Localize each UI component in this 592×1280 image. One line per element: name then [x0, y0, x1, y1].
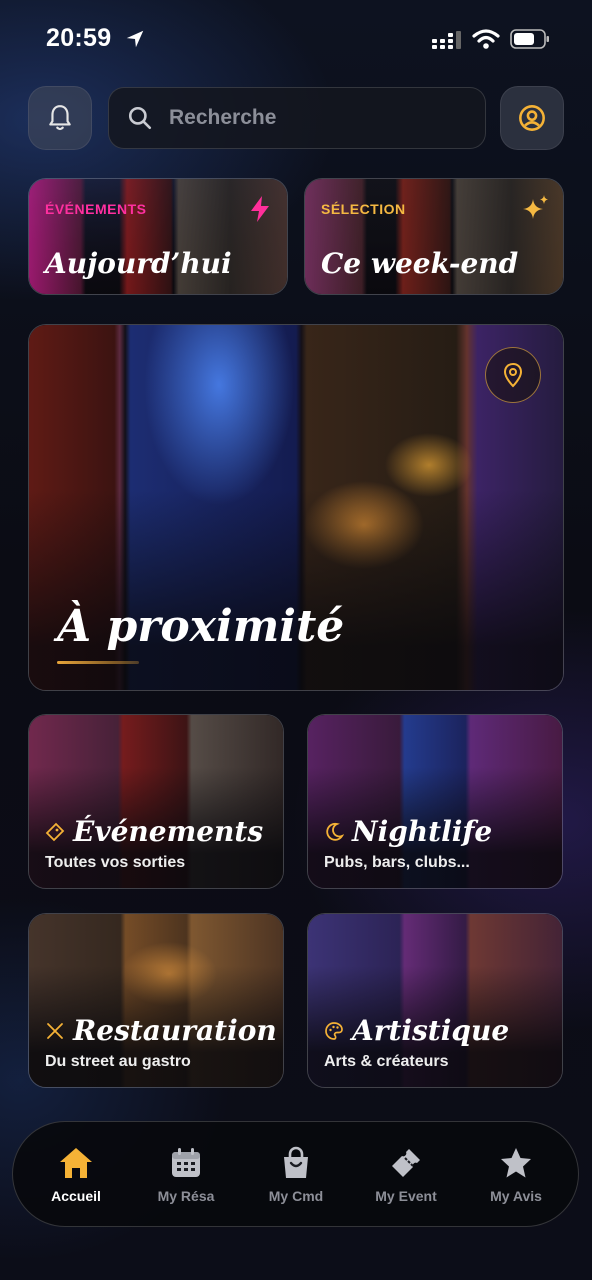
- nav-item-my-resa[interactable]: My Résa: [131, 1146, 241, 1204]
- search-input[interactable]: Recherche: [169, 106, 276, 130]
- cellular-signal-icon: [432, 31, 461, 49]
- today-events-card[interactable]: ÉVÉNEMENTS Aujourd’hui: [28, 178, 288, 295]
- moon-icon: [326, 822, 344, 841]
- title-underline: [57, 661, 139, 664]
- nav-label: My Event: [375, 1188, 437, 1204]
- location-arrow-icon: [126, 30, 144, 48]
- hero-title: À proximité: [57, 601, 345, 652]
- nav-label: My Cmd: [268, 1188, 324, 1204]
- category-title: Événements: [45, 815, 263, 848]
- nav-item-my-cmd[interactable]: My Cmd: [241, 1146, 351, 1204]
- user-circle-icon: [519, 105, 545, 131]
- category-events-card[interactable]: Événements Toutes vos sorties: [28, 714, 284, 889]
- search-icon: [128, 106, 152, 130]
- palette-icon: [325, 1021, 343, 1040]
- nearby-card[interactable]: À proximité: [28, 324, 564, 691]
- weekend-selection-card[interactable]: SÉLECTION Ce week-end: [304, 178, 564, 295]
- location-button[interactable]: [485, 347, 541, 403]
- bottom-nav: Accueil My Résa My Cmd My Event My Avis: [12, 1121, 579, 1227]
- wifi-icon: [472, 29, 500, 49]
- category-subtitle: Arts & créateurs: [324, 1053, 449, 1070]
- utensils-icon: [47, 1022, 63, 1039]
- category-artistique-card[interactable]: Artistique Arts & créateurs: [307, 913, 563, 1088]
- category-title: Nightlife: [324, 815, 492, 848]
- ticket-icon: [392, 1149, 420, 1177]
- nav-label: Accueil: [51, 1188, 101, 1204]
- bell-icon: [49, 105, 71, 131]
- category-restauration-card[interactable]: Restauration Du street au gastro: [28, 913, 284, 1088]
- category-title-text: Nightlife: [352, 815, 493, 848]
- card-tag: SÉLECTION: [321, 201, 406, 217]
- star-icon: [501, 1148, 531, 1178]
- nav-item-accueil[interactable]: Accueil: [21, 1146, 131, 1204]
- nav-label: My Résa: [157, 1188, 215, 1204]
- search-bar[interactable]: Recherche: [108, 87, 486, 149]
- nav-item-my-avis[interactable]: My Avis: [461, 1146, 571, 1204]
- category-title: Restauration: [45, 1014, 277, 1047]
- category-title-text: Restauration: [73, 1014, 277, 1047]
- category-title: Artistique: [324, 1014, 509, 1047]
- lightning-icon: [251, 196, 269, 222]
- category-subtitle: Pubs, bars, clubs...: [324, 854, 470, 871]
- ticket-icon: [45, 822, 65, 841]
- shopping-bag-icon: [284, 1146, 308, 1178]
- category-title-text: Événements: [73, 815, 264, 848]
- category-subtitle: Toutes vos sorties: [45, 854, 186, 871]
- card-title: Ce week-end: [321, 247, 519, 280]
- home-icon: [60, 1148, 92, 1178]
- nav-item-my-event[interactable]: My Event: [351, 1146, 461, 1204]
- sparkles-icon: [523, 195, 548, 219]
- notifications-button[interactable]: [28, 86, 92, 150]
- calendar-icon: [172, 1148, 200, 1177]
- status-time: 20:59: [46, 24, 112, 52]
- card-title: Aujourd’hui: [45, 247, 232, 280]
- nav-label: My Avis: [490, 1188, 542, 1204]
- category-subtitle: Du street au gastro: [45, 1053, 191, 1070]
- battery-icon: [510, 29, 549, 49]
- card-tag: ÉVÉNEMENTS: [45, 201, 147, 217]
- category-title-text: Artistique: [352, 1014, 510, 1047]
- category-nightlife-card[interactable]: Nightlife Pubs, bars, clubs...: [307, 714, 563, 889]
- map-pin-icon: [503, 362, 523, 388]
- profile-button[interactable]: [500, 86, 564, 150]
